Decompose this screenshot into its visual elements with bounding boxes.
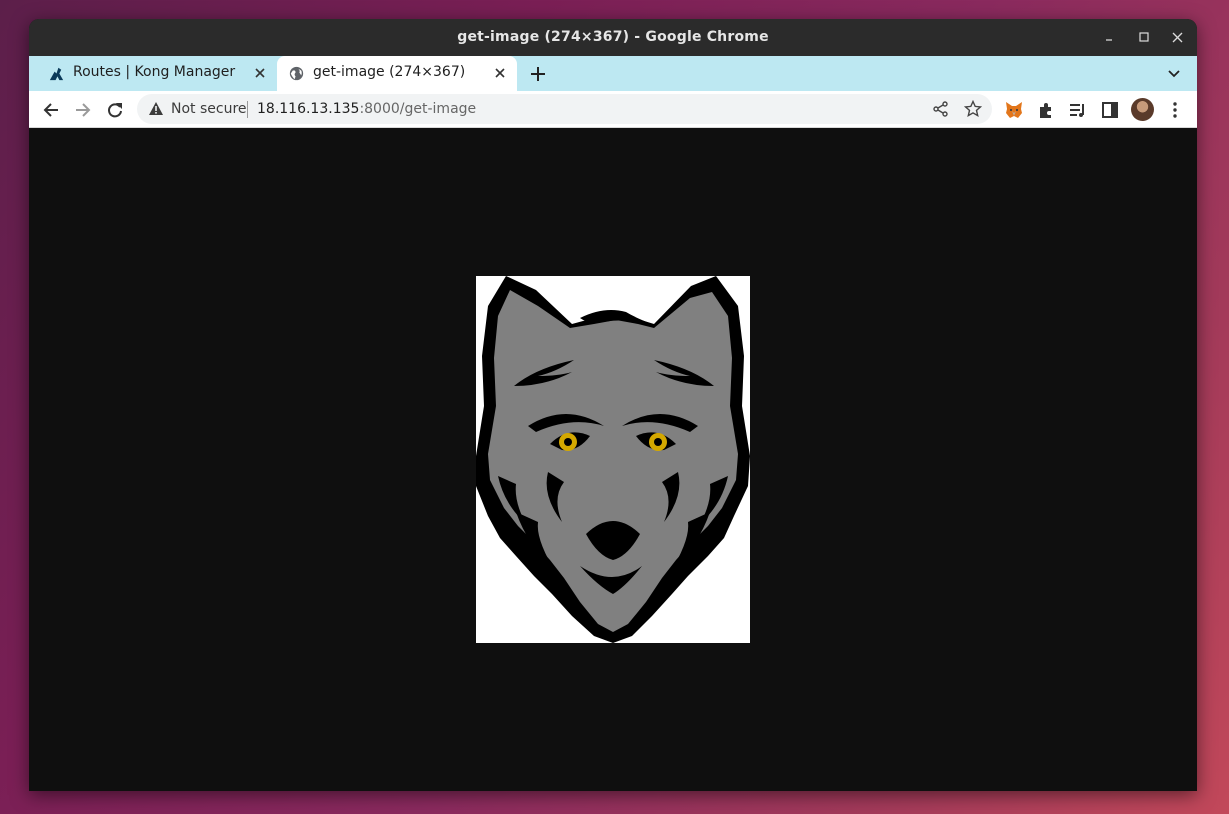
menu-dots-icon[interactable] [1165,100,1185,120]
warning-triangle-icon[interactable] [148,101,164,117]
side-panel-icon[interactable] [1100,100,1120,120]
tab-label: Routes | Kong Manager [73,64,236,80]
extensions-puzzle-icon[interactable] [1036,100,1056,120]
globe-icon [289,66,304,81]
star-icon[interactable] [964,100,982,118]
tab-kong-manager[interactable]: Routes | Kong Manager [37,56,277,91]
tab-label: get-image (274×367) [313,64,466,80]
kong-logo-icon [49,67,64,81]
window-title: get-image (274×367) - Google Chrome [457,29,769,45]
chevron-down-icon[interactable] [1166,66,1182,82]
tab-strip: Routes | Kong Manager get-image (274×367… [29,56,1197,91]
reload-icon[interactable] [105,100,125,120]
address-bar[interactable]: Not secure 18.116.13.135:8000/get-image [137,94,992,124]
close-tab-icon[interactable] [253,66,267,80]
profile-avatar[interactable] [1131,98,1154,121]
url-path: :8000/get-image [359,101,477,117]
minimize-icon[interactable] [1101,28,1121,48]
page-content [29,129,1197,791]
title-bar: get-image (274×367) - Google Chrome [29,19,1197,56]
wolf-head-image [476,276,750,643]
url-host: 18.116.13.135 [257,101,360,117]
browser-window: get-image (274×367) - Google Chrome Rout… [29,19,1197,791]
new-tab-plus-icon[interactable] [529,65,547,83]
wolf-head-drawing [476,276,750,643]
forward-icon[interactable] [73,100,93,120]
close-tab-icon[interactable] [493,66,507,80]
navigation-toolbar: Not secure 18.116.13.135:8000/get-image [29,91,1197,128]
maximize-icon[interactable] [1135,28,1155,48]
media-controls-icon[interactable] [1068,100,1088,120]
close-window-icon[interactable] [1168,28,1188,48]
share-icon[interactable] [932,100,950,118]
metamask-fox-icon[interactable] [1004,100,1024,120]
back-icon[interactable] [41,100,61,120]
url-text[interactable]: 18.116.13.135:8000/get-image [257,101,476,117]
security-label[interactable]: Not secure [171,101,247,117]
divider [247,101,248,118]
tab-get-image[interactable]: get-image (274×367) [277,56,517,91]
